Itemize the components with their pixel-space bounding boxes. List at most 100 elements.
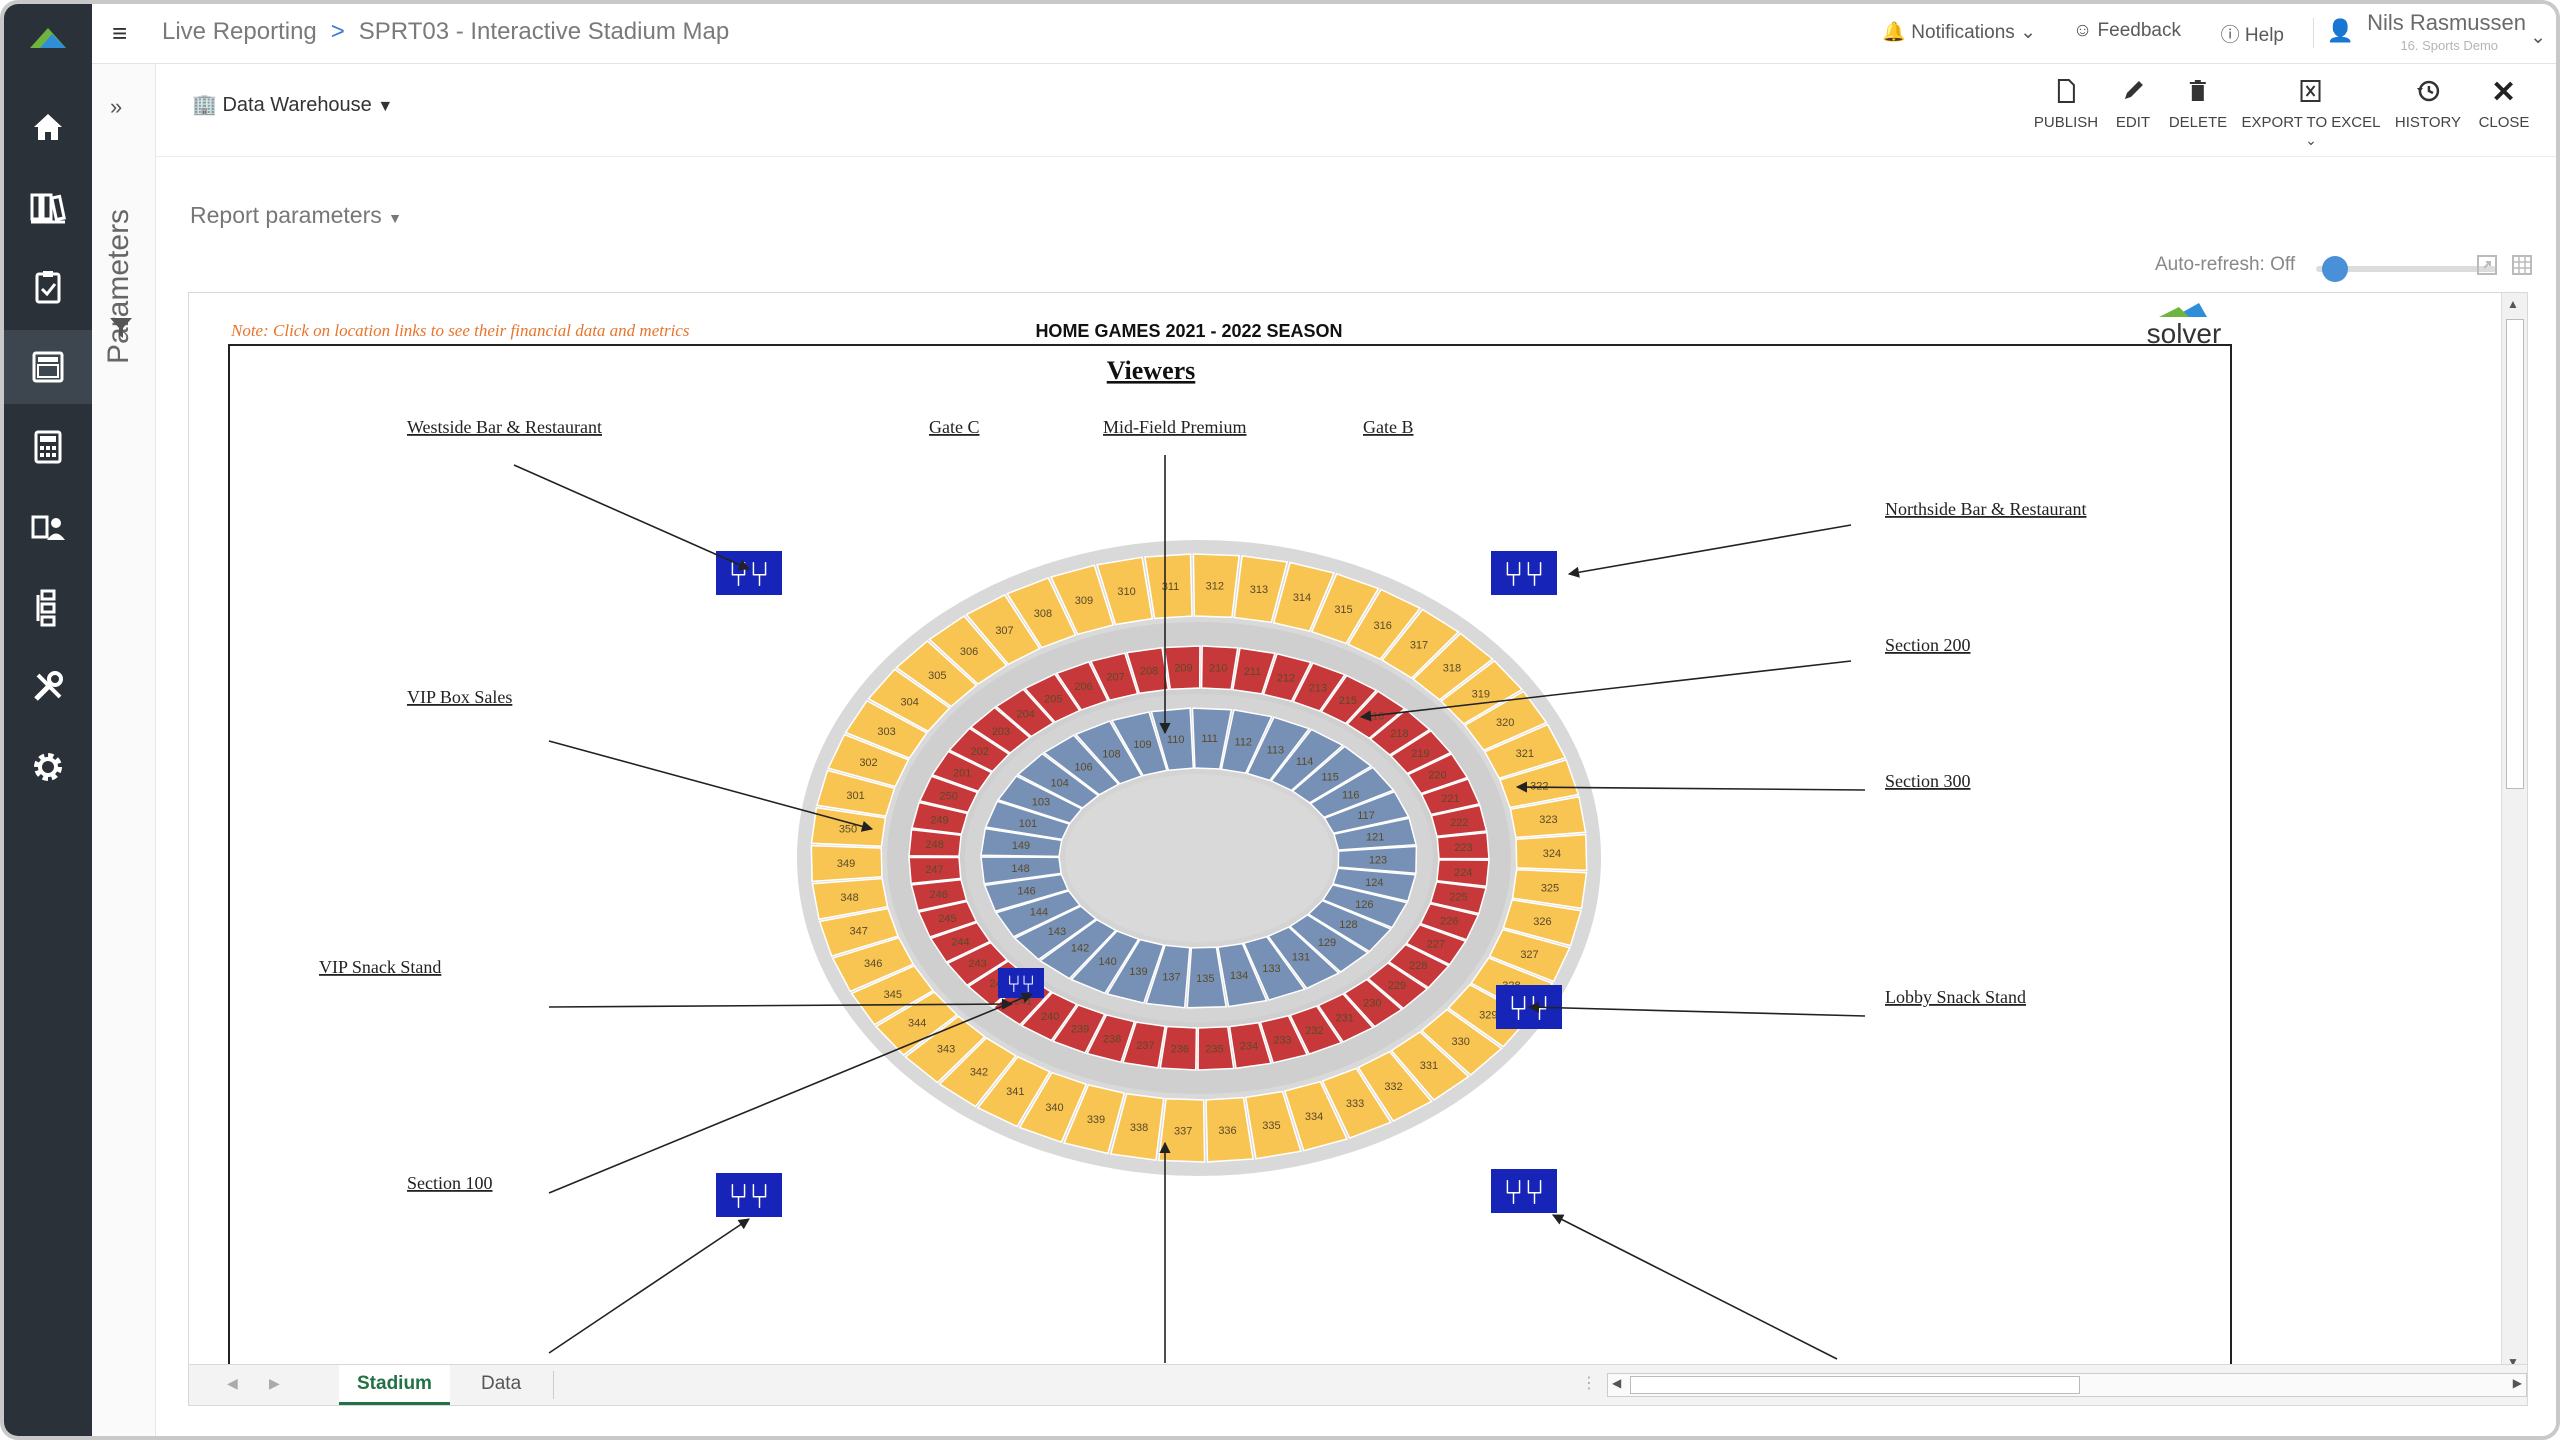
section-label: 345 xyxy=(884,989,902,1001)
prev-sheet-icon[interactable]: ◀ xyxy=(227,1375,238,1392)
section-label: 314 xyxy=(1293,592,1311,604)
sidebar-item-users[interactable] xyxy=(4,490,92,564)
scroll-up-icon[interactable]: ▲ xyxy=(2507,297,2519,311)
section-label: 104 xyxy=(1051,778,1069,790)
divider xyxy=(2313,18,2314,48)
chevron-down-icon[interactable]: ⌄ xyxy=(2530,26,2546,49)
chevron-down-icon[interactable]: ⌄ xyxy=(2242,133,2381,147)
breadcrumb-root[interactable]: Live Reporting xyxy=(162,18,317,45)
restaurant-icon[interactable]: ⑂⑂ xyxy=(716,1173,782,1217)
section-label: 219 xyxy=(1411,748,1429,760)
section-label: 225 xyxy=(1449,892,1467,904)
sidebar-item-tasks[interactable] xyxy=(4,250,92,324)
section-label: 134 xyxy=(1230,970,1248,982)
excel-icon xyxy=(2300,80,2321,102)
vertical-scroll-thumb[interactable] xyxy=(2506,319,2524,789)
tab-data[interactable]: Data xyxy=(463,1365,539,1405)
notifications-button[interactable]: 🔔 Notifications ⌄ xyxy=(1882,20,2036,44)
publish-button[interactable]: PUBLISH xyxy=(2034,78,2098,131)
export-to-excel-button[interactable]: EXPORT TO EXCEL ⌄ xyxy=(2242,78,2381,147)
link-section-300[interactable]: Section 300 xyxy=(1885,771,1971,791)
history-button[interactable]: HISTORY xyxy=(2395,78,2461,131)
report-canvas: Note: Click on location links to see the… xyxy=(188,292,2528,1372)
section-label: 238 xyxy=(1103,1033,1121,1045)
parameters-panel-toggle[interactable]: » Parameters xyxy=(92,64,156,1436)
section-label: 315 xyxy=(1334,604,1352,616)
help-label: Help xyxy=(2244,25,2284,46)
close-button[interactable]: CLOSE xyxy=(2479,78,2529,131)
history-icon xyxy=(2416,80,2440,102)
section-label: 207 xyxy=(1106,672,1124,684)
section-label: 227 xyxy=(1427,939,1445,951)
link-section-100[interactable]: Section 100 xyxy=(407,1173,493,1193)
hamburger-menu-icon[interactable]: ≡ xyxy=(112,18,127,49)
section-label: 135 xyxy=(1196,973,1214,985)
restaurant-icon[interactable]: ⑂⑂ xyxy=(998,968,1044,998)
pointer-arrow xyxy=(1567,524,1852,578)
user-name[interactable]: Nils Rasmussen xyxy=(2367,10,2526,36)
restaurant-icon[interactable]: ⑂⑂ xyxy=(1491,551,1557,595)
section-label: 229 xyxy=(1388,980,1406,992)
vertical-scrollbar[interactable]: ▲ ▼ xyxy=(2501,293,2527,1371)
section-label: 126 xyxy=(1355,899,1373,911)
feedback-button[interactable]: ☺ Feedback xyxy=(2073,20,2181,42)
main-content: 🏢 Data Warehouse ▼ PUBLISH EDIT DELETE E… xyxy=(156,64,2556,1436)
solver-logo-icon[interactable] xyxy=(26,22,70,52)
link-vip-snack-stand[interactable]: VIP Snack Stand xyxy=(319,957,441,977)
sidebar-item-settings[interactable] xyxy=(4,730,92,804)
section-label: 346 xyxy=(864,958,882,970)
filter-icon[interactable] xyxy=(108,316,134,340)
sidebar-item-tools[interactable] xyxy=(4,650,92,724)
link-lobby-snack-stand[interactable]: Lobby Snack Stand xyxy=(1885,987,2026,1007)
link-gate-c[interactable]: Gate C xyxy=(929,417,979,437)
section-label: 213 xyxy=(1309,682,1327,694)
edit-button[interactable]: EDIT xyxy=(2116,78,2150,131)
sidebar-item-hierarchy[interactable] xyxy=(4,570,92,644)
scroll-right-icon[interactable]: ▶ xyxy=(2513,1376,2522,1390)
auto-refresh-slider-knob[interactable] xyxy=(2322,256,2348,282)
link-westside-bar[interactable]: Westside Bar & Restaurant xyxy=(407,417,602,437)
section-label: 143 xyxy=(1048,926,1066,938)
horizontal-scroll-thumb[interactable] xyxy=(1630,1376,2080,1394)
expand-icon[interactable] xyxy=(2476,254,2498,276)
link-gate-b[interactable]: Gate B xyxy=(1363,417,1413,437)
restaurant-icon[interactable]: ⑂⑂ xyxy=(1491,1169,1557,1213)
section-label: 215 xyxy=(1339,695,1357,707)
section-label: 210 xyxy=(1209,663,1227,675)
scroll-left-icon[interactable]: ◀ xyxy=(1612,1376,1621,1390)
report-parameters-toggle[interactable]: Report parameters ▼ xyxy=(190,202,402,229)
link-vip-box-sales[interactable]: VIP Box Sales xyxy=(407,687,512,707)
delete-button[interactable]: DELETE xyxy=(2169,78,2227,131)
section-label: 333 xyxy=(1346,1098,1364,1110)
sidebar-item-planning[interactable] xyxy=(4,410,92,484)
grid-icon[interactable] xyxy=(2511,254,2533,276)
link-mid-field-premium[interactable]: Mid-Field Premium xyxy=(1103,417,1247,437)
horizontal-scrollbar[interactable]: ◀ ▶ xyxy=(1607,1373,2527,1397)
section-label: 111 xyxy=(1201,733,1218,745)
link-northside-bar[interactable]: Northside Bar & Restaurant xyxy=(1885,499,2086,519)
help-button[interactable]: ⓘ Help xyxy=(2221,20,2284,47)
section-label: 327 xyxy=(1520,949,1538,961)
section-label: 202 xyxy=(971,746,989,758)
section-label: 220 xyxy=(1428,770,1446,782)
drag-handle-icon[interactable]: ⋮ xyxy=(1581,1373,1597,1393)
section-label: 128 xyxy=(1339,919,1357,931)
section-label: 106 xyxy=(1074,761,1092,773)
trash-icon xyxy=(2189,80,2206,101)
restaurant-icon[interactable]: ⑂⑂ xyxy=(716,551,782,595)
tab-stadium[interactable]: Stadium xyxy=(339,1365,450,1405)
sidebar-item-library[interactable] xyxy=(4,170,92,244)
section-label: 335 xyxy=(1262,1120,1280,1132)
divider xyxy=(553,1371,554,1399)
sidebar-item-home[interactable] xyxy=(4,90,92,164)
section-label: 226 xyxy=(1440,916,1458,928)
section-label: 116 xyxy=(1342,789,1360,801)
data-source-selector[interactable]: 🏢 Data Warehouse ▼ xyxy=(192,92,393,117)
section-label: 349 xyxy=(837,858,855,870)
next-sheet-icon[interactable]: ▶ xyxy=(269,1375,280,1392)
notifications-label: Notifications xyxy=(1911,22,2015,43)
link-section-200[interactable]: Section 200 xyxy=(1885,635,1971,655)
section-label: 323 xyxy=(1539,814,1557,826)
expand-chevron-icon[interactable]: » xyxy=(110,94,122,120)
sidebar-item-reports[interactable] xyxy=(4,330,92,404)
